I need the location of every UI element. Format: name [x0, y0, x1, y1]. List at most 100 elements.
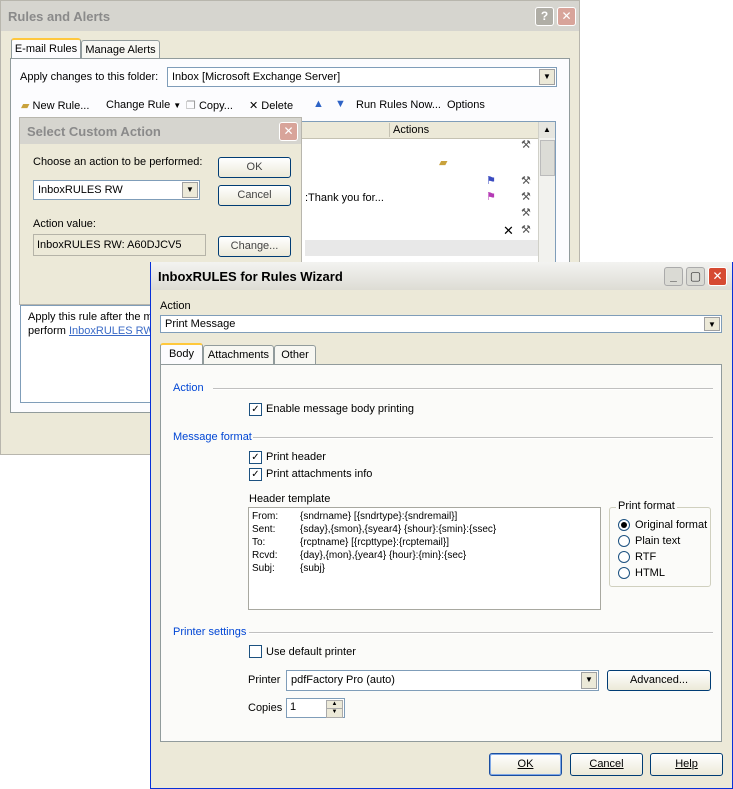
tools-icon-4: ⚒ [521, 207, 531, 219]
wizard-titlebar: InboxRULES for Rules Wizard [151, 262, 732, 290]
tab-manage-alerts[interactable]: Manage Alerts [81, 40, 160, 59]
rules-alerts-titlebar: Rules and Alerts [1, 1, 579, 31]
group-format-label: Message format [173, 431, 252, 443]
tab-attachments[interactable]: Attachments [203, 345, 274, 364]
print-header-label[interactable]: Print header [266, 451, 326, 463]
close-title-button[interactable]: ✕ [557, 7, 576, 26]
close-button[interactable]: ✕ [708, 267, 727, 286]
custom-action-close-button[interactable]: ✕ [279, 122, 298, 141]
copies-stepper[interactable]: 1 ▲ ▼ [286, 698, 345, 718]
radio-plain-text[interactable] [618, 535, 630, 547]
template-key: Sent: [252, 524, 276, 535]
rule-desc-link[interactable]: InboxRULES RW [69, 325, 154, 337]
tab-other[interactable]: Other [274, 345, 316, 364]
minimize-button[interactable]: _ [664, 267, 683, 286]
folder-select-value: Inbox [Microsoft Exchange Server] [172, 71, 341, 83]
template-key: Subj: [252, 563, 275, 574]
change-value-button[interactable]: Change... [218, 236, 291, 257]
print-header-checkbox[interactable]: ✓ [249, 451, 262, 464]
rule-desc-perform: perform [28, 325, 66, 337]
help-button-label: Help [675, 758, 698, 770]
rules-alerts-title: Rules and Alerts [8, 9, 111, 24]
template-value: {day},{mon},{year4} {hour}:{min}:{sec} [300, 550, 467, 561]
move-up-icon[interactable]: ▲ [313, 98, 324, 110]
print-format-group: Print format Original format Plain text … [609, 500, 711, 587]
enable-body-printing-label[interactable]: Enable message body printing [266, 403, 414, 415]
group-action-divider [213, 388, 713, 390]
help-button[interactable]: Help [650, 753, 723, 776]
print-attachments-checkbox[interactable]: ✓ [249, 468, 262, 481]
advanced-button[interactable]: Advanced... [607, 670, 711, 691]
template-value: {sday},{smon},{syear4} {shour}:{smin}:{s… [300, 524, 497, 535]
cancel-button[interactable]: Cancel [570, 753, 643, 776]
radio-plain-text-label[interactable]: Plain text [635, 535, 680, 547]
radio-original-format-label[interactable]: Original format [635, 519, 707, 531]
printer-select[interactable]: pdfFactory Pro (auto) ▼ [286, 670, 599, 691]
column-divider [389, 123, 390, 137]
list-scrollbar[interactable]: ▲ [538, 122, 555, 264]
run-rules-button[interactable]: Run Rules Now... [356, 99, 441, 111]
header-template-label: Header template [249, 493, 331, 505]
help-title-button[interactable]: ? [535, 7, 554, 26]
maximize-button[interactable]: ▢ [686, 267, 705, 286]
caret-down-icon: ▼ [173, 101, 182, 110]
stepper-down-icon[interactable]: ▼ [326, 708, 343, 718]
custom-action-ok-button[interactable]: OK [218, 157, 291, 178]
chevron-down-icon: ▼ [581, 672, 597, 689]
scroll-thumb[interactable] [540, 140, 555, 176]
ok-button[interactable]: OK [489, 753, 562, 776]
scroll-up-icon[interactable]: ▲ [539, 122, 555, 138]
custom-action-title: Select Custom Action [27, 124, 161, 139]
apply-folder-label: Apply changes to this folder: [20, 71, 159, 83]
rule-desc-line1: Apply this rule after the m [28, 311, 153, 323]
rule-row-text[interactable]: :Thank you for... [305, 192, 384, 204]
inboxrules-wizard-window: InboxRULES for Rules Wizard _ ▢ ✕ Action… [150, 262, 733, 789]
delete-rule-button[interactable]: ✕ Delete [249, 99, 293, 112]
printer-label: Printer [248, 674, 281, 686]
folder-select[interactable]: Inbox [Microsoft Exchange Server] ▼ [167, 67, 557, 87]
tab-body[interactable]: Body [160, 343, 203, 364]
delete-x-icon: ✕ [249, 100, 259, 112]
custom-action-titlebar: Select Custom Action [20, 118, 301, 144]
action-select[interactable]: InboxRULES RW ▼ [33, 180, 200, 200]
copy-label: Copy... [198, 100, 233, 112]
change-rule-button[interactable]: Change Rule ▼ [106, 99, 181, 111]
options-button[interactable]: Options [447, 99, 485, 111]
header-template-textarea[interactable]: From: {sndrname} [{sndrtype}:{sndremail}… [248, 507, 601, 610]
close-icon: ✕ [561, 9, 572, 23]
rule-action-icon: ▰ [439, 157, 448, 169]
new-rule-button[interactable]: ▰ New Rule... [21, 99, 89, 112]
copies-label: Copies [248, 702, 283, 714]
group-format-divider [253, 437, 713, 439]
radio-rtf-label[interactable]: RTF [635, 551, 656, 563]
action-value-text: InboxRULES RW: A60DJCV5 [37, 239, 182, 251]
change-rule-label: Change Rule [106, 99, 171, 111]
custom-action-cancel-button[interactable]: Cancel [218, 185, 291, 206]
copy-rule-button[interactable]: ❐ Copy... [186, 99, 233, 112]
delete-label: Delete [261, 100, 294, 112]
print-attachments-label[interactable]: Print attachments info [266, 468, 372, 480]
tools-icon-3: ⚒ [521, 191, 531, 203]
enable-body-printing-checkbox[interactable]: ✓ [249, 403, 262, 416]
use-default-printer-checkbox[interactable] [249, 645, 262, 658]
radio-rtf[interactable] [618, 551, 630, 563]
choose-action-label: Choose an action to be performed: [33, 156, 203, 168]
tab-email-rules[interactable]: E-mail Rules [11, 38, 81, 59]
radio-original-format[interactable] [618, 519, 630, 531]
selected-row-highlight [305, 240, 539, 256]
radio-html[interactable] [618, 567, 630, 579]
action-value-label: Action value: [33, 218, 96, 230]
tools-icon-5: ⚒ [521, 224, 531, 236]
action-dropdown-value: Print Message [165, 318, 236, 330]
ok-button-label: OK [517, 758, 534, 770]
action-dropdown[interactable]: Print Message ▼ [160, 315, 722, 333]
copies-value[interactable]: 1 [290, 701, 296, 713]
group-printer-divider [249, 632, 713, 634]
move-down-icon[interactable]: ▼ [335, 98, 346, 110]
radio-html-label[interactable]: HTML [635, 567, 665, 579]
delete-row-icon: ✕ [503, 223, 514, 238]
group-printer-label: Printer settings [173, 626, 247, 638]
list-header-actions[interactable]: Actions [393, 124, 429, 136]
use-default-printer-label[interactable]: Use default printer [266, 646, 356, 658]
template-key: Rcvd: [252, 550, 278, 561]
